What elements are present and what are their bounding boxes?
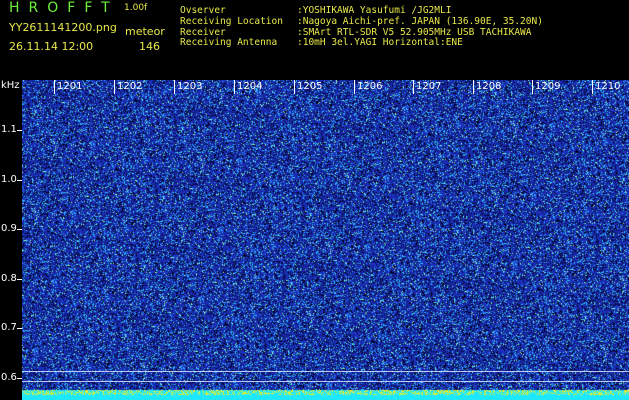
time-tick bbox=[592, 80, 593, 94]
marker-line bbox=[22, 371, 629, 372]
time-tick bbox=[114, 80, 115, 94]
info-row-antenna: Receiving Antenna :10mH 3el.YAGI Horizont… bbox=[180, 37, 543, 49]
y-label: 0.7 bbox=[1, 322, 17, 333]
version-label: 1.00f bbox=[124, 3, 148, 13]
count-label: 146 bbox=[139, 40, 160, 53]
app-title: HROFFT bbox=[9, 0, 119, 16]
y-label: 0.6 bbox=[1, 372, 17, 383]
timestamp-label: 26.11.14 12:00 bbox=[9, 40, 94, 53]
time-tick bbox=[473, 80, 474, 94]
time-tick bbox=[294, 80, 295, 94]
time-label: 1208 bbox=[476, 81, 502, 92]
y-label: 0.9 bbox=[1, 223, 17, 234]
time-label: 1207 bbox=[416, 81, 442, 92]
time-label: 1202 bbox=[117, 81, 143, 92]
info-key: Receiving Antenna bbox=[180, 37, 278, 49]
time-label: 1210 bbox=[595, 81, 621, 92]
y-tick bbox=[17, 130, 22, 131]
info-value: :YOSHIKAWA Yasufumi /JG2MLI bbox=[297, 5, 452, 16]
info-value: :SMArt RTL-SDR V5 52.905MHz USB TACHIKAW… bbox=[297, 26, 532, 38]
filename-label: YY2611141200.png bbox=[9, 21, 117, 34]
time-label: 1205 bbox=[297, 81, 323, 92]
time-tick bbox=[532, 80, 533, 94]
time-tick bbox=[54, 80, 55, 94]
time-tick bbox=[413, 80, 414, 94]
time-tick bbox=[174, 80, 175, 94]
marker-line bbox=[22, 381, 629, 382]
y-tick bbox=[17, 328, 22, 329]
spectrogram-canvas bbox=[22, 80, 629, 400]
time-label: 1206 bbox=[357, 81, 383, 92]
info-value: :10mH 3el.YAGI Horizontal:ENE bbox=[297, 37, 463, 49]
time-label: 1204 bbox=[237, 81, 263, 92]
y-label: 1.1 bbox=[1, 124, 17, 135]
y-tick bbox=[17, 378, 22, 379]
time-tick bbox=[234, 80, 235, 94]
header-panel: HROFFT 1.00f YY2611141200.png meteor 26.… bbox=[0, 0, 629, 80]
y-tick bbox=[17, 279, 22, 280]
info-value: :Nagoya Aichi-pref. JAPAN (136.90E, 35.2… bbox=[297, 15, 543, 27]
time-tick bbox=[354, 80, 355, 94]
time-label: 1209 bbox=[535, 81, 561, 92]
mode-label: meteor bbox=[125, 25, 165, 38]
y-tick bbox=[17, 229, 22, 230]
time-label: 1203 bbox=[177, 81, 203, 92]
y-label: 0.8 bbox=[1, 273, 17, 284]
station-info: Ovserver:YOSHIKAWA Yasufumi /JG2MLI Recei… bbox=[180, 5, 543, 49]
frequency-unit-label: kHz bbox=[1, 80, 20, 91]
info-key: Receiving Location bbox=[180, 15, 283, 27]
spectrogram-area: kHz 1.1 1.0 0.9 0.8 0.7 0.6 1201 1202 12… bbox=[0, 80, 629, 400]
y-label: 1.0 bbox=[1, 174, 17, 185]
time-label: 1201 bbox=[57, 81, 83, 92]
y-tick bbox=[17, 180, 22, 181]
